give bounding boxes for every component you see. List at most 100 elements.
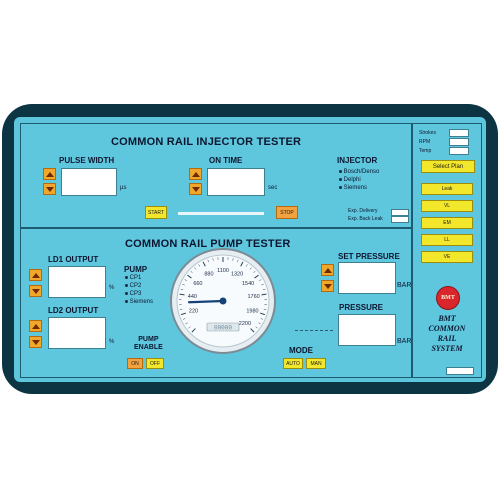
ld1-down-button[interactable] — [29, 285, 42, 297]
bmt-logo-text: BMT — [441, 295, 455, 301]
temp-label: Temp — [419, 148, 432, 154]
pump-option-cp3[interactable]: CP3 — [125, 291, 153, 297]
pump-label: PUMP — [124, 265, 148, 274]
bmt-logo: BMT — [436, 286, 460, 310]
exp-delivery-label: Exp. Delivery — [348, 208, 378, 214]
mode-label: MODE — [289, 346, 313, 355]
pump-option-cp1[interactable]: CP1 — [125, 275, 153, 281]
ld2-down-button[interactable] — [29, 336, 42, 348]
injector-option-bosch[interactable]: Bosch/Denso — [339, 169, 379, 175]
injector-label: INJECTOR — [337, 156, 378, 165]
pump-enable-label: PUMP ENABLE — [134, 336, 163, 351]
plan-button-ve[interactable]: VE — [421, 251, 473, 263]
ld1-output-label: LD1 OUTPUT — [48, 255, 99, 264]
arrow-up-icon — [31, 323, 40, 329]
on-time-unit: sec — [268, 185, 278, 191]
gauge-hub — [219, 297, 227, 305]
sidebar-dropdown[interactable] — [446, 367, 474, 375]
gauge-readout: 00000 — [214, 324, 232, 331]
arrow-up-icon — [31, 272, 40, 278]
radio-icon — [125, 276, 128, 279]
exp-back-leak-label: Exp. Back Leak — [348, 216, 383, 222]
on-time-up-button[interactable] — [189, 168, 202, 180]
gauge-tick-label: 1980 — [246, 309, 258, 315]
on-time-down-button[interactable] — [189, 183, 202, 195]
radio-icon — [125, 292, 128, 295]
arrow-up-icon — [191, 171, 200, 177]
plan-button-ll[interactable]: LL — [421, 234, 473, 246]
injector-radio-group: Bosch/Denso Delphi Siemens — [339, 169, 379, 191]
injector-option-delphi[interactable]: Delphi — [339, 177, 379, 183]
set-pressure-field[interactable] — [338, 262, 396, 294]
ld1-output-field[interactable] — [48, 266, 106, 298]
pulse-width-field[interactable] — [61, 168, 117, 196]
gauge-tick-label: 220 — [189, 309, 198, 315]
arrow-up-icon — [323, 267, 332, 273]
pump-option-siemens[interactable]: Siemens — [125, 299, 153, 305]
gauge-tick-label: 440 — [188, 294, 197, 300]
set-pressure-up-button[interactable] — [321, 264, 334, 276]
radio-icon — [339, 178, 342, 181]
start-button[interactable]: START — [145, 206, 167, 219]
gauge-needle — [187, 299, 225, 304]
rpm-field — [449, 138, 469, 146]
radio-icon — [125, 284, 128, 287]
ld2-output-field[interactable] — [48, 317, 106, 349]
strokes-label: Strokes — [419, 130, 436, 136]
system-name: BMT COMMON RAIL SYSTEM — [428, 314, 466, 353]
gauge-tick-label: 660 — [193, 281, 202, 287]
select-plan-button[interactable]: Select Plan — [421, 160, 475, 173]
arrow-down-icon — [45, 186, 54, 192]
gauge-tick-label: 1100 — [217, 268, 229, 274]
arrow-down-icon — [191, 186, 200, 192]
pulse-width-label: PULSE WIDTH — [59, 156, 115, 165]
ld2-up-button[interactable] — [29, 320, 42, 332]
arrow-down-icon — [31, 288, 40, 294]
plan-button-vl[interactable]: VL — [421, 200, 473, 212]
pump-option-cp2[interactable]: CP2 — [125, 283, 153, 289]
arrow-up-icon — [45, 171, 54, 177]
pulse-width-up-button[interactable] — [43, 168, 56, 180]
pressure-gauge: 220 440 660880 11001320 1540 1760 1980 2200 000… — [170, 248, 276, 354]
injector-option-siemens[interactable]: Siemens — [339, 185, 379, 191]
gauge-tick-label: 1760 — [247, 294, 259, 300]
gauge-tick-label: 880 — [204, 271, 213, 277]
pulse-width-unit: µs — [120, 185, 127, 191]
ld2-percent-unit: % — [109, 339, 115, 345]
injector-tester-panel: COMMON RAIL INJECTOR TESTER PULSE WIDTH … — [20, 123, 412, 228]
plan-button-leak[interactable]: Leak — [421, 183, 473, 195]
gauge-tick-label: 2200 — [239, 321, 251, 327]
hmi-screen: COMMON RAIL INJECTOR TESTER PULSE WIDTH … — [14, 117, 486, 382]
pump-radio-group: CP1 CP2 CP3 Siemens — [125, 275, 153, 305]
mode-man-button[interactable]: MAN — [306, 358, 326, 369]
mode-auto-button[interactable]: AUTO — [283, 358, 303, 369]
arrow-down-icon — [323, 283, 332, 289]
radio-icon — [339, 186, 342, 189]
radio-icon — [125, 300, 128, 303]
gauge-tick-label: 1320 — [231, 271, 243, 277]
pump-on-button[interactable]: ON — [127, 358, 143, 369]
set-pressure-unit: BAR — [397, 282, 412, 289]
on-time-field[interactable] — [207, 168, 265, 196]
pressure-divider — [295, 330, 333, 331]
ld1-up-button[interactable] — [29, 269, 42, 281]
on-time-label: ON TIME — [209, 156, 243, 165]
pressure-field — [338, 314, 396, 346]
pressure-label: PRESSURE — [339, 303, 384, 312]
pulse-width-down-button[interactable] — [43, 183, 56, 195]
temp-field — [449, 147, 469, 155]
pump-off-button[interactable]: OFF — [146, 358, 164, 369]
plan-button-em[interactable]: EM — [421, 217, 473, 229]
ld1-percent-unit: % — [109, 285, 115, 291]
ld2-output-label: LD2 OUTPUT — [48, 306, 99, 315]
exp-delivery-field — [391, 209, 409, 216]
stop-button[interactable]: STOP — [276, 206, 298, 219]
radio-icon — [339, 170, 342, 173]
set-pressure-down-button[interactable] — [321, 280, 334, 292]
strokes-field — [449, 129, 469, 137]
exp-back-leak-field — [391, 216, 409, 223]
injector-tester-title: COMMON RAIL INJECTOR TESTER — [111, 136, 302, 148]
pressure-unit: BAR — [397, 338, 412, 345]
set-pressure-label: SET PRESSURE — [338, 252, 400, 261]
pump-tester-panel: COMMON RAIL PUMP TESTER LD1 OUTPUT % LD2… — [20, 228, 412, 378]
